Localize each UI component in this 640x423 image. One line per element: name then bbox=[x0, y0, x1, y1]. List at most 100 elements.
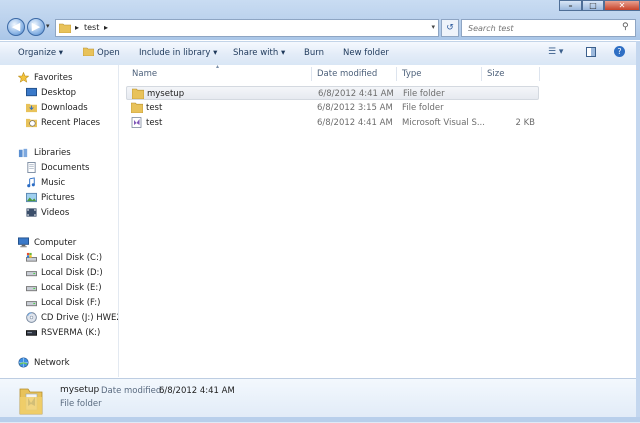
nav-item-local-disk-d[interactable]: Local Disk (D:) bbox=[0, 266, 118, 280]
address-history-dropdown[interactable]: ▾ bbox=[431, 23, 435, 31]
folder-icon bbox=[59, 23, 71, 33]
nav-label: Favorites bbox=[34, 73, 73, 83]
nav-network[interactable]: Network bbox=[0, 356, 118, 370]
breadcrumb-test[interactable]: test bbox=[84, 23, 99, 32]
column-divider[interactable] bbox=[539, 67, 540, 81]
folder-icon bbox=[132, 88, 144, 99]
nav-label: Local Disk (C:) bbox=[41, 253, 103, 263]
nav-item-pictures[interactable]: Pictures bbox=[0, 191, 118, 205]
nav-label: CD Drive (J:) HWE23 bbox=[41, 313, 119, 323]
maximize-button[interactable]: □ bbox=[582, 0, 604, 11]
column-header-name[interactable]: Name bbox=[132, 69, 157, 79]
nav-item-local-disk-c[interactable]: Local Disk (C:) bbox=[0, 251, 118, 265]
search-icon[interactable]: ⚲ bbox=[622, 22, 629, 32]
change-view-icon[interactable]: ☰ ▾ bbox=[548, 47, 563, 57]
file-row-test-solution[interactable]: test 6/8/2012 4:41 AM Microsoft Visual S… bbox=[126, 116, 539, 130]
hard-drive-icon bbox=[26, 271, 37, 277]
close-button[interactable]: ✕ bbox=[604, 0, 640, 11]
nav-item-videos[interactable]: Videos bbox=[0, 206, 118, 220]
nav-label: RSVERMA (K:) bbox=[41, 328, 101, 338]
window-frame bbox=[636, 41, 640, 422]
file-name: mysetup bbox=[147, 89, 185, 99]
command-bar: Organize ▾ Open Include in library ▾ Sha… bbox=[0, 41, 640, 66]
breadcrumb-separator[interactable]: ▸ bbox=[75, 23, 79, 32]
nav-label: Recent Places bbox=[41, 118, 101, 128]
computer-icon bbox=[18, 237, 29, 248]
preview-pane-icon[interactable] bbox=[586, 47, 596, 57]
file-type: File folder bbox=[402, 103, 444, 113]
nav-computer[interactable]: Computer bbox=[0, 236, 118, 250]
details-type: File folder bbox=[60, 399, 102, 409]
file-list: ▴ Name Date modified Type Size mysetup 6… bbox=[119, 63, 640, 377]
pictures-icon bbox=[26, 192, 37, 203]
nav-label: Documents bbox=[41, 163, 90, 173]
nav-item-desktop[interactable]: Desktop bbox=[0, 86, 118, 100]
minimize-button[interactable]: – bbox=[559, 0, 582, 11]
search-input[interactable] bbox=[461, 19, 636, 37]
folder-icon bbox=[19, 388, 43, 415]
open-button[interactable]: Open bbox=[97, 48, 120, 58]
breadcrumb-separator[interactable]: ▸ bbox=[104, 23, 108, 32]
nav-label: Pictures bbox=[41, 193, 75, 203]
nav-label: Network bbox=[34, 358, 70, 368]
file-name: test bbox=[146, 118, 163, 128]
organize-menu[interactable]: Organize ▾ bbox=[18, 48, 63, 58]
nav-libraries[interactable]: Libraries bbox=[0, 146, 118, 160]
column-divider[interactable] bbox=[396, 67, 397, 81]
column-divider[interactable] bbox=[481, 67, 482, 81]
share-with-menu[interactable]: Share with ▾ bbox=[233, 48, 285, 58]
file-row-mysetup[interactable]: mysetup 6/8/2012 4:41 AM File folder bbox=[126, 86, 539, 100]
star-icon bbox=[18, 72, 29, 83]
hard-drive-icon bbox=[26, 286, 37, 292]
burn-button[interactable]: Burn bbox=[304, 48, 324, 58]
back-button[interactable]: ◀ bbox=[7, 18, 25, 36]
nav-label: Local Disk (D:) bbox=[41, 268, 103, 278]
file-date-modified: 6/8/2012 4:41 AM bbox=[317, 118, 393, 128]
details-date-value: 6/8/2012 4:41 AM bbox=[159, 386, 235, 396]
nav-item-local-disk-e[interactable]: Local Disk (E:) bbox=[0, 281, 118, 295]
file-date-modified: 6/8/2012 4:41 AM bbox=[318, 89, 394, 99]
nav-item-rsverma-k[interactable]: RSVERMA (K:) bbox=[0, 326, 118, 340]
libraries-icon bbox=[18, 148, 28, 158]
file-type: File folder bbox=[403, 89, 445, 99]
downloads-folder-icon bbox=[26, 103, 37, 113]
nav-item-documents[interactable]: Documents bbox=[0, 161, 118, 175]
hard-drive-icon bbox=[26, 301, 37, 307]
file-row-test-folder[interactable]: test 6/8/2012 3:15 AM File folder bbox=[126, 101, 539, 115]
nav-label: Music bbox=[41, 178, 66, 188]
recent-pages-dropdown[interactable]: ▾ bbox=[46, 22, 50, 30]
refresh-button[interactable]: ↺ bbox=[441, 19, 459, 37]
nav-label: Libraries bbox=[34, 148, 71, 158]
forward-button[interactable]: ▶ bbox=[27, 18, 45, 36]
title-bar: ◀ ▶ ▾ ▸ test ▸ ▾ ↺ ⚲ – □ ✕ bbox=[0, 0, 640, 40]
desktop-icon bbox=[26, 87, 37, 97]
nav-label: Computer bbox=[34, 238, 77, 248]
nav-item-music[interactable]: Music bbox=[0, 176, 118, 190]
include-in-library-menu[interactable]: Include in library ▾ bbox=[139, 48, 217, 58]
address-bar[interactable]: ▸ test ▸ ▾ bbox=[55, 19, 439, 37]
folder-icon bbox=[131, 102, 143, 113]
column-divider[interactable] bbox=[311, 67, 312, 81]
nav-item-local-disk-f[interactable]: Local Disk (F:) bbox=[0, 296, 118, 310]
window-frame bbox=[0, 417, 640, 422]
nav-favorites[interactable]: Favorites bbox=[0, 71, 118, 85]
nav-label: Desktop bbox=[41, 88, 77, 98]
nav-item-downloads[interactable]: Downloads bbox=[0, 101, 118, 115]
column-header-date-modified[interactable]: Date modified bbox=[317, 69, 377, 79]
help-icon[interactable]: ? bbox=[614, 46, 625, 57]
column-header-size[interactable]: Size bbox=[487, 69, 504, 79]
new-folder-button[interactable]: New folder bbox=[343, 48, 389, 58]
file-type: Microsoft Visual S... bbox=[402, 118, 485, 128]
music-icon bbox=[27, 177, 35, 188]
nav-item-cd-drive-j[interactable]: CD Drive (J:) HWE23 bbox=[0, 311, 118, 325]
nav-label: Local Disk (E:) bbox=[41, 283, 102, 293]
cd-drive-icon bbox=[26, 312, 37, 323]
videos-icon bbox=[26, 208, 37, 217]
removable-drive-icon bbox=[26, 330, 37, 336]
recent-places-icon bbox=[26, 118, 37, 128]
sort-indicator-icon: ▴ bbox=[216, 63, 220, 70]
navigation-pane: Favorites Desktop Downloads Recent Place… bbox=[0, 65, 119, 377]
nav-item-recent-places[interactable]: Recent Places bbox=[0, 116, 118, 130]
column-header-type[interactable]: Type bbox=[402, 69, 422, 79]
vs-solution-icon bbox=[131, 117, 142, 128]
